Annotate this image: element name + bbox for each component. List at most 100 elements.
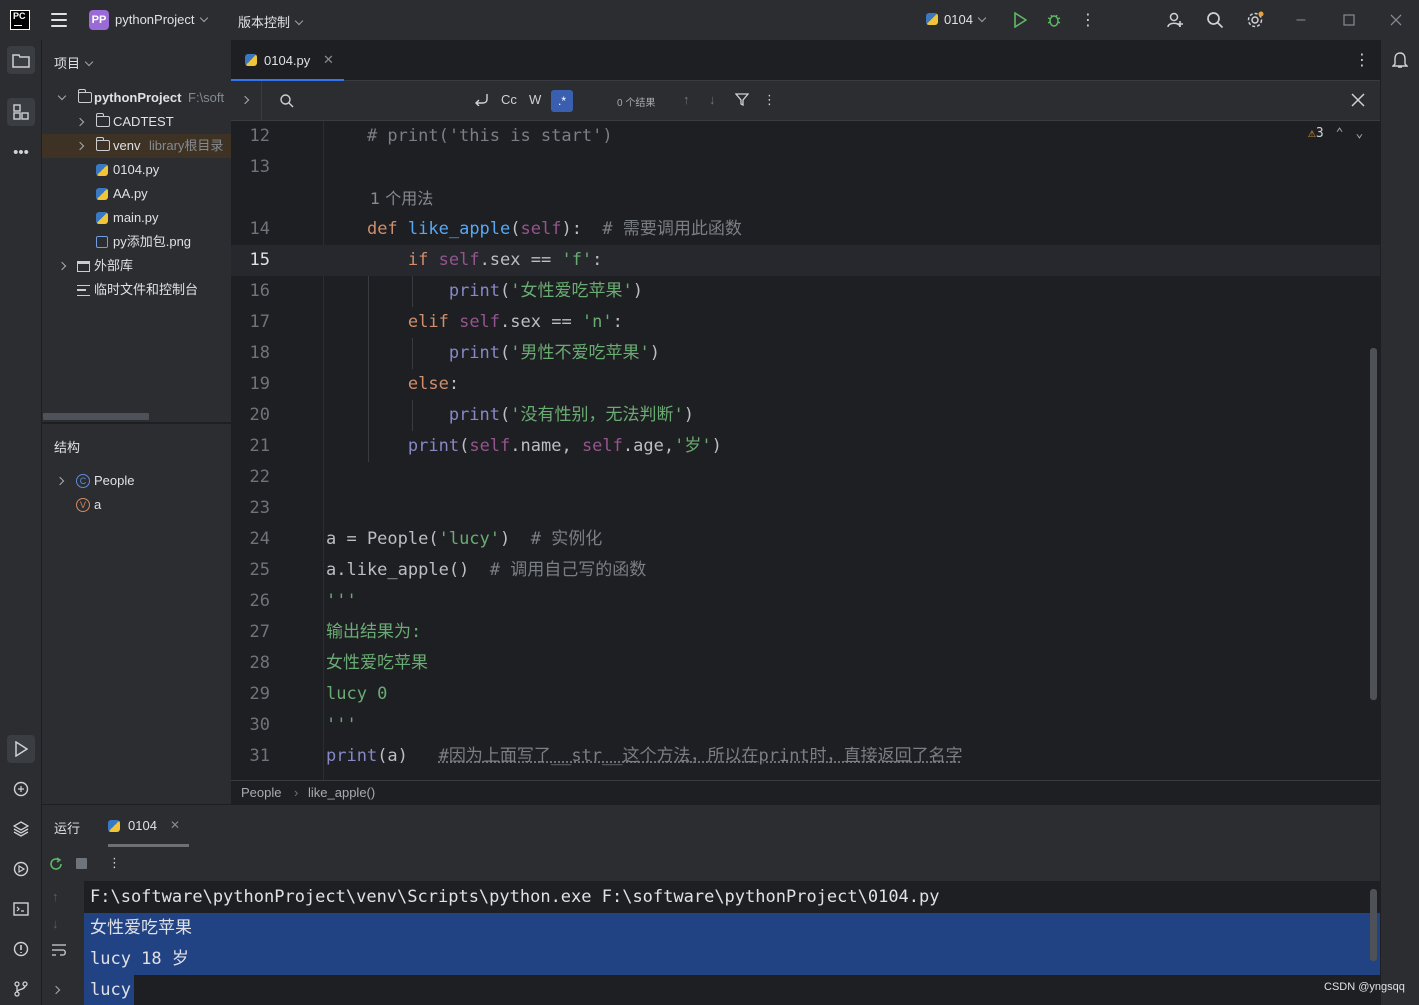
code-line: 14 def like_apple(self): # 需要调用此函数 [231,214,1380,245]
chevron-down-icon [58,92,66,100]
structure-item-people[interactable]: C People [42,469,231,493]
search-icon[interactable] [1205,10,1225,30]
whole-words-toggle[interactable]: W [529,92,541,107]
project-panel: 项目 pythonProject F:\soft CADTEST venv li… [42,40,231,422]
structure-item-a[interactable]: V a [42,493,231,517]
python-console-icon[interactable] [7,775,35,803]
minimize-icon[interactable]: – [1291,10,1311,30]
breadcrumb-method[interactable]: like_apple() [308,781,375,804]
vcs-menu[interactable]: 版本控制 [238,12,302,31]
close-window-icon[interactable] [1386,10,1406,30]
code-line: 12 # print('this is start') [231,121,1380,152]
code-line: 20 print('没有性别，无法判断') [231,400,1380,431]
run-tool-icon[interactable] [7,735,35,763]
run-toolbar: ⋮ [42,847,1380,881]
code-line: 16 print('女性爱吃苹果') [231,276,1380,307]
close-find-icon[interactable] [1351,93,1365,110]
project-name: pythonProject [115,12,195,27]
expand-icon[interactable] [53,981,59,996]
tree-item-external-libs[interactable]: 外部库 [42,254,231,278]
terminal-icon[interactable] [7,895,35,923]
chevron-down-icon [85,58,93,66]
line-number: 25 [231,555,270,586]
add-user-icon[interactable] [1165,10,1185,30]
chevron-down-icon [199,14,207,22]
filter-icon[interactable] [735,92,749,109]
code-editor[interactable]: ⚠3 ⌃ ⌄ 12 # print('this is start') 13 1 个用… [231,121,1380,780]
breadcrumb-class[interactable]: People [241,781,281,804]
project-badge[interactable]: PP [89,10,109,30]
tree-item-scratches[interactable]: 临时文件和控制台 [42,278,231,302]
code-line: 29 lucy 0 [231,679,1380,710]
tab-0104[interactable]: 0104.py ✕ [231,40,344,81]
settings-icon[interactable] [1245,10,1265,30]
line-number: 17 [231,307,270,338]
run-config-selector[interactable]: 0104 [926,12,985,27]
python-file-icon [96,188,108,200]
python-file-icon [96,164,108,176]
code-line: 27 输出结果为: [231,617,1380,648]
class-icon: C [76,474,90,488]
project-switcher[interactable]: pythonProject [115,12,207,27]
code-line: 31 print(a) #因为上面写了__str__这个方法，所以在print时，… [231,741,1380,772]
python-file-icon [96,212,108,224]
find-options-icon[interactable]: ⋮ [763,92,776,108]
tab-options-icon[interactable]: ⋮ [1354,50,1370,70]
usage-hint[interactable]: 1 个用法 [370,183,433,214]
horizontal-scrollbar[interactable] [43,413,149,420]
code-line: 21 print(self.name, self.age,'岁') [231,431,1380,462]
tree-item-aa[interactable]: AA.py [42,182,231,206]
tree-item-root[interactable]: pythonProject F:\soft [42,86,231,110]
structure-tool-icon[interactable] [7,98,35,126]
console-output[interactable]: F:\software\pythonProject\venv\Scripts\p… [84,881,1380,1005]
run-options-icon[interactable]: ⋮ [108,855,121,871]
previous-occurrence-icon[interactable]: ↑ [683,92,690,107]
tree-item-label: venv [113,134,140,158]
run-tab-0104[interactable]: 0104 ✕ [108,805,189,847]
run-icon[interactable] [1010,10,1030,30]
close-tab-icon[interactable]: ✕ [323,52,334,68]
tree-item-main[interactable]: main.py [42,206,231,230]
breadcrumb: People › like_apple() [231,780,1380,804]
tree-item-0104[interactable]: 0104.py [42,158,231,182]
soft-wrap-icon[interactable] [51,943,67,960]
console-sidebar: ↑ ↓ [42,881,84,1005]
rerun-icon[interactable] [48,856,64,875]
problems-icon[interactable] [7,935,35,963]
git-icon[interactable] [7,975,35,1003]
maximize-icon[interactable] [1339,10,1359,30]
python-icon [926,13,938,25]
tree-item-cadtest[interactable]: CADTEST [42,110,231,134]
project-tool-icon[interactable] [7,46,35,74]
console-scrollbar[interactable] [1370,889,1377,961]
python-packages-icon[interactable] [7,815,35,843]
main-menu-icon[interactable] [51,13,67,27]
tree-item-png[interactable]: py添加包.png [42,230,231,254]
more-actions-icon[interactable]: ⋮ [1078,10,1098,30]
code-line: 19 else: [231,369,1380,400]
services-icon[interactable] [7,855,35,883]
match-case-toggle[interactable]: Cc [501,92,517,107]
next-occurrence-icon[interactable]: ↓ [709,92,716,107]
vertical-scrollbar[interactable] [1370,348,1377,700]
tree-item-label: py添加包.png [113,230,191,254]
project-panel-title[interactable]: 项目 [54,53,92,72]
scroll-up-icon[interactable]: ↑ [52,889,59,904]
close-run-tab-icon[interactable]: ✕ [170,818,180,832]
tree-item-venv[interactable]: venv library根目录 [42,134,231,158]
chevron-down-icon [295,17,303,25]
debug-icon[interactable] [1044,10,1064,30]
notifications-icon[interactable] [1386,46,1414,74]
find-input[interactable] [293,90,473,112]
regex-toggle[interactable]: .* [551,90,573,112]
preserve-newline-icon[interactable] [473,92,489,109]
library-icon [77,261,90,272]
chevron-down-icon [978,14,986,22]
code-line: 13 [231,152,1380,183]
more-tools-icon[interactable]: ••• [7,138,35,166]
structure-panel: 结构 C People V a [42,423,231,804]
line-number: 28 [231,648,270,679]
stop-icon[interactable] [76,858,87,869]
scroll-down-icon[interactable]: ↓ [52,916,59,931]
expand-replace-toggle[interactable] [231,81,262,121]
